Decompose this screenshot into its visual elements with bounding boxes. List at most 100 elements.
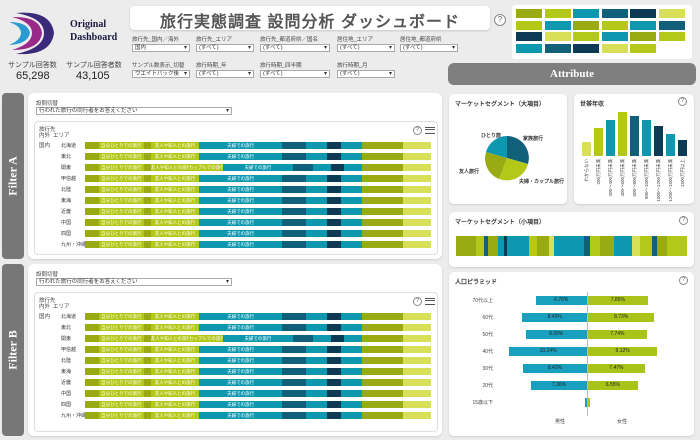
bar-segment[interactable]: 友人や知人との旅行 <box>150 241 200 248</box>
bar-segment[interactable]: 夫婦での旅行 <box>199 230 283 237</box>
income-bar[interactable] <box>618 112 627 156</box>
bar-segment[interactable] <box>306 208 328 215</box>
bar-segment[interactable]: 自分ひとりでの旅行 <box>98 175 144 182</box>
legend-swatch[interactable] <box>573 32 599 41</box>
stacked-bar-row[interactable]: 自分ひとりでの旅行 友人や知人との旅行 夫婦での旅行 <box>85 401 431 408</box>
bar-segment[interactable] <box>85 153 99 160</box>
bar-segment[interactable]: 友人や知人との旅行 <box>150 186 200 193</box>
menu-icon[interactable] <box>425 298 435 305</box>
bar-segment[interactable] <box>143 197 151 204</box>
bar-segment[interactable] <box>361 230 404 237</box>
bar-segment[interactable]: 自分ひとりでの旅行 <box>98 401 144 408</box>
bar-segment[interactable] <box>327 230 341 237</box>
bar-segment[interactable]: 自分ひとりでの旅行 <box>98 186 144 193</box>
stacked-bar-row[interactable]: 自分ひとりでの旅行 友人や知人との旅行 夫婦での旅行 <box>85 357 431 364</box>
income-bar[interactable] <box>594 128 603 156</box>
bar-segment[interactable] <box>327 219 341 226</box>
bar-segment[interactable] <box>282 346 307 353</box>
bar-segment[interactable]: 友人や知人との旅行 <box>150 197 200 204</box>
bar-segment[interactable] <box>403 219 431 226</box>
filter-home-area-select[interactable]: (すべて) <box>337 44 395 52</box>
stacked-bar-row[interactable]: 自分ひとりでの旅行 友人や知人との旅行 夫婦での旅行 <box>85 324 431 331</box>
bar-segment[interactable] <box>361 186 404 193</box>
bar-segment[interactable] <box>143 219 151 226</box>
bar-segment[interactable]: 自分ひとりでの旅行 <box>98 357 144 364</box>
question-switch-select[interactable]: 行われた旅行の同行者をお答えください <box>36 278 232 286</box>
bar-segment[interactable] <box>143 357 151 364</box>
bar-segment[interactable] <box>282 186 307 193</box>
bar-segment[interactable] <box>85 335 99 342</box>
bar-segment[interactable] <box>85 390 99 397</box>
bar-segment[interactable]: 夫婦での旅行 <box>199 390 283 397</box>
bar-segment[interactable] <box>361 335 404 342</box>
pyramid-bar-male[interactable]: 8.49% <box>522 313 587 322</box>
pyramid-bar-male[interactable]: 7.36% <box>531 381 587 390</box>
stacked-bar-row[interactable]: 自分ひとりでの旅行 友人や知人との旅行 カップルでの旅行 夫婦での旅行 <box>85 335 431 342</box>
sub-segment[interactable] <box>613 236 632 256</box>
filter-area-select[interactable]: (すべて) <box>196 44 254 52</box>
stacked-bar-row[interactable]: 自分ひとりでの旅行 友人や知人との旅行 夫婦での旅行 <box>85 241 431 248</box>
bar-segment[interactable] <box>361 379 404 386</box>
bar-segment[interactable]: 夫婦での旅行 <box>199 379 283 386</box>
bar-segment[interactable]: 夫婦での旅行 <box>199 401 283 408</box>
bar-segment[interactable] <box>143 230 151 237</box>
stacked-bar-row[interactable]: 自分ひとりでの旅行 友人や知人との旅行 夫婦での旅行 <box>85 412 431 419</box>
legend-swatch[interactable] <box>630 9 656 18</box>
bar-segment[interactable] <box>143 390 151 397</box>
bar-segment[interactable] <box>85 357 99 364</box>
stacked-bar-row[interactable]: 自分ひとりでの旅行 友人や知人との旅行 夫婦での旅行 <box>85 208 431 215</box>
stacked-bar-row[interactable]: 自分ひとりでの旅行 友人や知人との旅行 夫婦での旅行 <box>85 153 431 160</box>
pyramid-bar-male[interactable]: 8.42% <box>523 364 587 373</box>
legend-swatch[interactable] <box>601 20 628 30</box>
bar-segment[interactable]: 自分ひとりでの旅行 <box>98 241 144 248</box>
bar-segment[interactable] <box>282 357 307 364</box>
bar-segment[interactable]: 友人や知人との旅行 <box>150 219 200 226</box>
legend-swatch[interactable] <box>544 20 571 30</box>
bar-segment[interactable]: 夫婦での旅行 <box>199 241 283 248</box>
bar-segment[interactable]: カップルでの旅行 <box>188 164 224 171</box>
bar-segment[interactable]: 友人や知人との旅行 <box>150 379 200 386</box>
stacked-bar-row[interactable]: 自分ひとりでの旅行 友人や知人との旅行 夫婦での旅行 <box>85 175 431 182</box>
bar-segment[interactable] <box>403 324 431 331</box>
bar-segment[interactable] <box>143 313 151 320</box>
sub-segment[interactable] <box>536 236 549 256</box>
help-icon[interactable]: ? <box>494 14 506 26</box>
bar-segment[interactable] <box>282 153 307 160</box>
bar-segment[interactable] <box>306 390 328 397</box>
bar-segment[interactable]: 友人や知人との旅行 <box>150 313 200 320</box>
bar-segment[interactable] <box>313 164 331 171</box>
bar-segment[interactable] <box>403 175 431 182</box>
bar-segment[interactable]: 友人や知人との旅行 <box>150 324 200 331</box>
income-bar[interactable] <box>582 142 591 156</box>
bar-segment[interactable] <box>327 175 341 182</box>
stacked-bar-row[interactable]: 自分ひとりでの旅行 友人や知人との旅行 夫婦での旅行 <box>85 313 431 320</box>
bar-segment[interactable] <box>282 401 307 408</box>
bar-segment[interactable] <box>340 390 362 397</box>
bar-segment[interactable] <box>85 241 99 248</box>
bar-segment[interactable] <box>361 241 404 248</box>
bar-segment[interactable] <box>403 241 431 248</box>
bar-segment[interactable] <box>282 230 307 237</box>
bar-segment[interactable] <box>330 164 345 171</box>
bar-segment[interactable] <box>143 324 151 331</box>
bar-segment[interactable] <box>403 346 431 353</box>
bar-segment[interactable] <box>327 197 341 204</box>
help-icon[interactable]: ? <box>413 297 422 306</box>
stacked-bar-row[interactable]: 自分ひとりでの旅行 友人や知人との旅行 夫婦での旅行 <box>85 197 431 204</box>
bar-segment[interactable] <box>330 335 345 342</box>
bar-segment[interactable]: 自分ひとりでの旅行 <box>98 390 144 397</box>
bar-segment[interactable] <box>306 219 328 226</box>
bar-segment[interactable] <box>143 241 151 248</box>
bar-segment[interactable] <box>327 313 341 320</box>
bar-segment[interactable] <box>340 197 362 204</box>
bar-segment[interactable]: 友人や知人との旅行 <box>150 153 200 160</box>
legend-swatch[interactable] <box>658 20 685 30</box>
income-bar[interactable] <box>666 134 675 156</box>
bar-segment[interactable] <box>306 368 328 375</box>
stacked-bar-row[interactable]: 自分ひとりでの旅行 友人や知人との旅行 夫婦での旅行 <box>85 142 431 149</box>
bar-segment[interactable]: 夫婦での旅行 <box>199 357 283 364</box>
menu-icon[interactable] <box>425 127 435 134</box>
bar-segment[interactable]: 夫婦での旅行 <box>223 164 293 171</box>
bar-segment[interactable] <box>282 368 307 375</box>
bar-segment[interactable]: 友人や知人との旅行 <box>150 175 200 182</box>
